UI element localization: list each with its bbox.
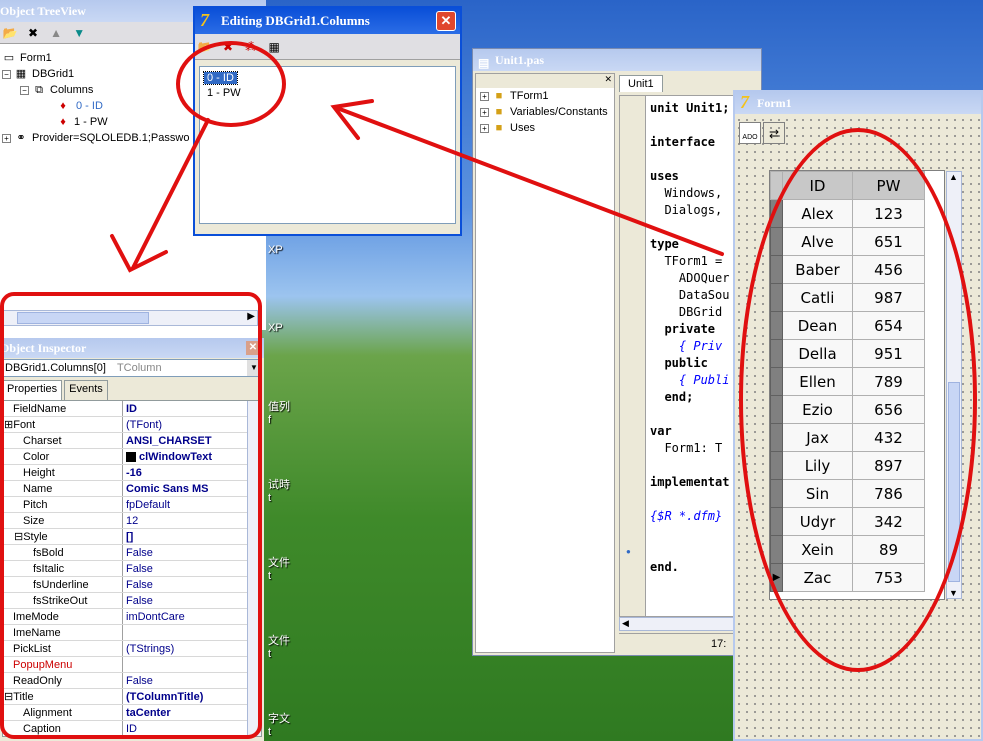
annotation-arrows xyxy=(110,99,724,273)
